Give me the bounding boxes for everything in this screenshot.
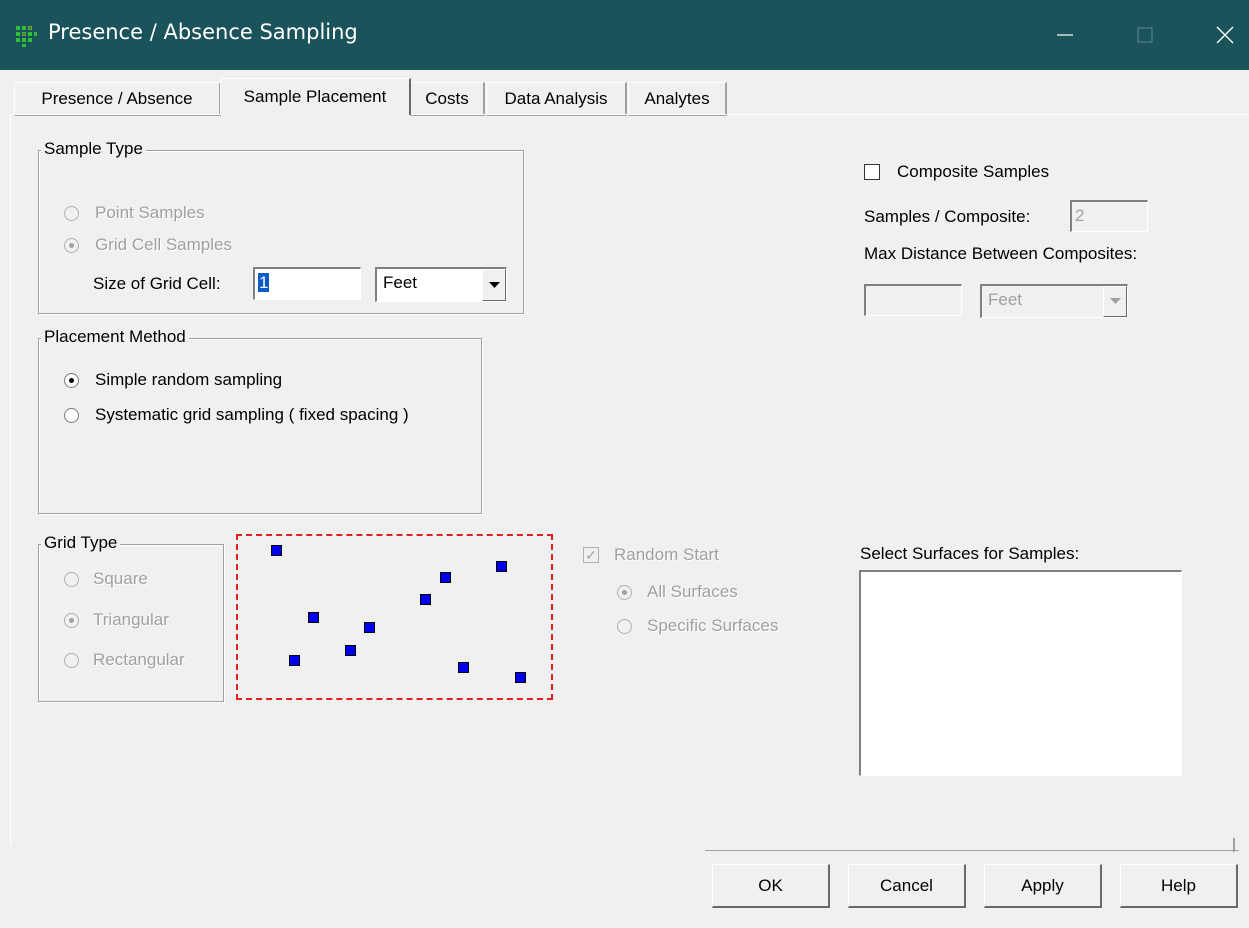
sample-type-legend: Sample Type [41, 139, 146, 159]
composite-samples-checkbox[interactable] [864, 164, 880, 180]
app-grid-icon [14, 24, 38, 48]
sample-placement-preview [236, 534, 553, 700]
title-bar: Presence / Absence Sampling [0, 0, 1249, 70]
sample-marker [364, 622, 375, 633]
max-distance-input[interactable] [864, 284, 962, 316]
surfaces-listbox[interactable] [859, 570, 1182, 776]
radio-selected-dot [69, 618, 74, 623]
button-area-separator [705, 850, 1239, 851]
sample-marker [308, 612, 319, 623]
all-surfaces-radio[interactable] [617, 585, 632, 600]
surfaces-label: Select Surfaces for Samples: [860, 544, 1080, 563]
window-title: Presence / Absence Sampling [48, 20, 358, 44]
triangular-label: Triangular [93, 610, 169, 629]
samples-per-composite-label: Samples / Composite: [864, 207, 1031, 226]
apply-button[interactable]: Apply [984, 864, 1102, 908]
point-samples-label: Point Samples [95, 203, 205, 222]
square-radio[interactable] [64, 572, 79, 587]
specific-surfaces-radio[interactable] [617, 619, 632, 634]
sample-marker [420, 594, 431, 605]
sample-marker [271, 545, 282, 556]
max-distance-label: Max Distance Between Composites: [864, 244, 1138, 263]
sample-marker [515, 672, 526, 683]
grid-cell-size-input[interactable]: 1 [253, 267, 361, 300]
maximize-icon [1137, 27, 1153, 43]
tab-analytes[interactable]: Analytes [628, 82, 727, 116]
specific-surfaces-label: Specific Surfaces [647, 616, 779, 635]
tab-sample-placement[interactable]: Sample Placement [220, 78, 411, 115]
square-label: Square [93, 569, 148, 588]
tab-data-analysis[interactable]: Data Analysis [486, 82, 627, 116]
tab-presence-absence[interactable]: Presence / Absence [14, 82, 221, 116]
radio-selected-dot [69, 378, 74, 383]
grid-cell-unit-select[interactable]: Feet [375, 267, 507, 302]
grid-cell-unit-value: Feet [383, 273, 418, 292]
sample-marker [458, 662, 469, 673]
help-button[interactable]: Help [1120, 864, 1238, 908]
sample-marker [289, 655, 300, 666]
dropdown-button[interactable] [1103, 286, 1127, 317]
grid-type-legend: Grid Type [41, 533, 121, 553]
radio-selected-dot [69, 243, 74, 248]
triangular-radio[interactable] [64, 613, 79, 628]
point-samples-radio[interactable] [64, 206, 79, 221]
systematic-grid-radio[interactable] [64, 408, 79, 423]
sample-marker [440, 572, 451, 583]
simple-random-radio[interactable] [64, 373, 79, 388]
dropdown-button[interactable] [482, 269, 506, 301]
max-distance-unit-select[interactable]: Feet [980, 284, 1128, 318]
samples-per-composite-input[interactable]: 2 [1070, 200, 1148, 232]
close-button[interactable] [1190, 0, 1249, 70]
rectangular-label: Rectangular [93, 650, 185, 669]
ok-button[interactable]: OK [712, 864, 830, 908]
all-surfaces-label: All Surfaces [647, 582, 738, 601]
placement-method-group [38, 338, 482, 514]
grid-cell-samples-label: Grid Cell Samples [95, 235, 232, 254]
minimize-icon [1057, 34, 1073, 36]
separator-tick [1233, 838, 1235, 852]
minimize-button[interactable] [1030, 0, 1100, 70]
composite-samples-label: Composite Samples [897, 162, 1050, 181]
sample-marker [496, 561, 507, 572]
max-distance-unit-value: Feet [988, 290, 1023, 309]
chevron-down-icon [1109, 298, 1121, 304]
grid-cell-size-label: Size of Grid Cell: [93, 274, 221, 293]
chevron-down-icon [488, 281, 500, 288]
grid-cell-samples-radio[interactable] [64, 238, 79, 253]
tab-costs[interactable]: Costs [410, 82, 485, 116]
systematic-grid-label: Systematic grid sampling ( fixed spacing… [95, 405, 409, 424]
close-icon [1216, 26, 1234, 44]
cancel-button[interactable]: Cancel [848, 864, 966, 908]
random-start-checkbox[interactable]: ✓ [583, 547, 599, 563]
rectangular-radio[interactable] [64, 653, 79, 668]
simple-random-label: Simple random sampling [95, 370, 283, 389]
sample-marker [345, 645, 356, 656]
radio-selected-dot [622, 590, 627, 595]
placement-method-legend: Placement Method [41, 327, 189, 347]
maximize-button[interactable] [1110, 0, 1180, 70]
random-start-label: Random Start [614, 545, 719, 564]
